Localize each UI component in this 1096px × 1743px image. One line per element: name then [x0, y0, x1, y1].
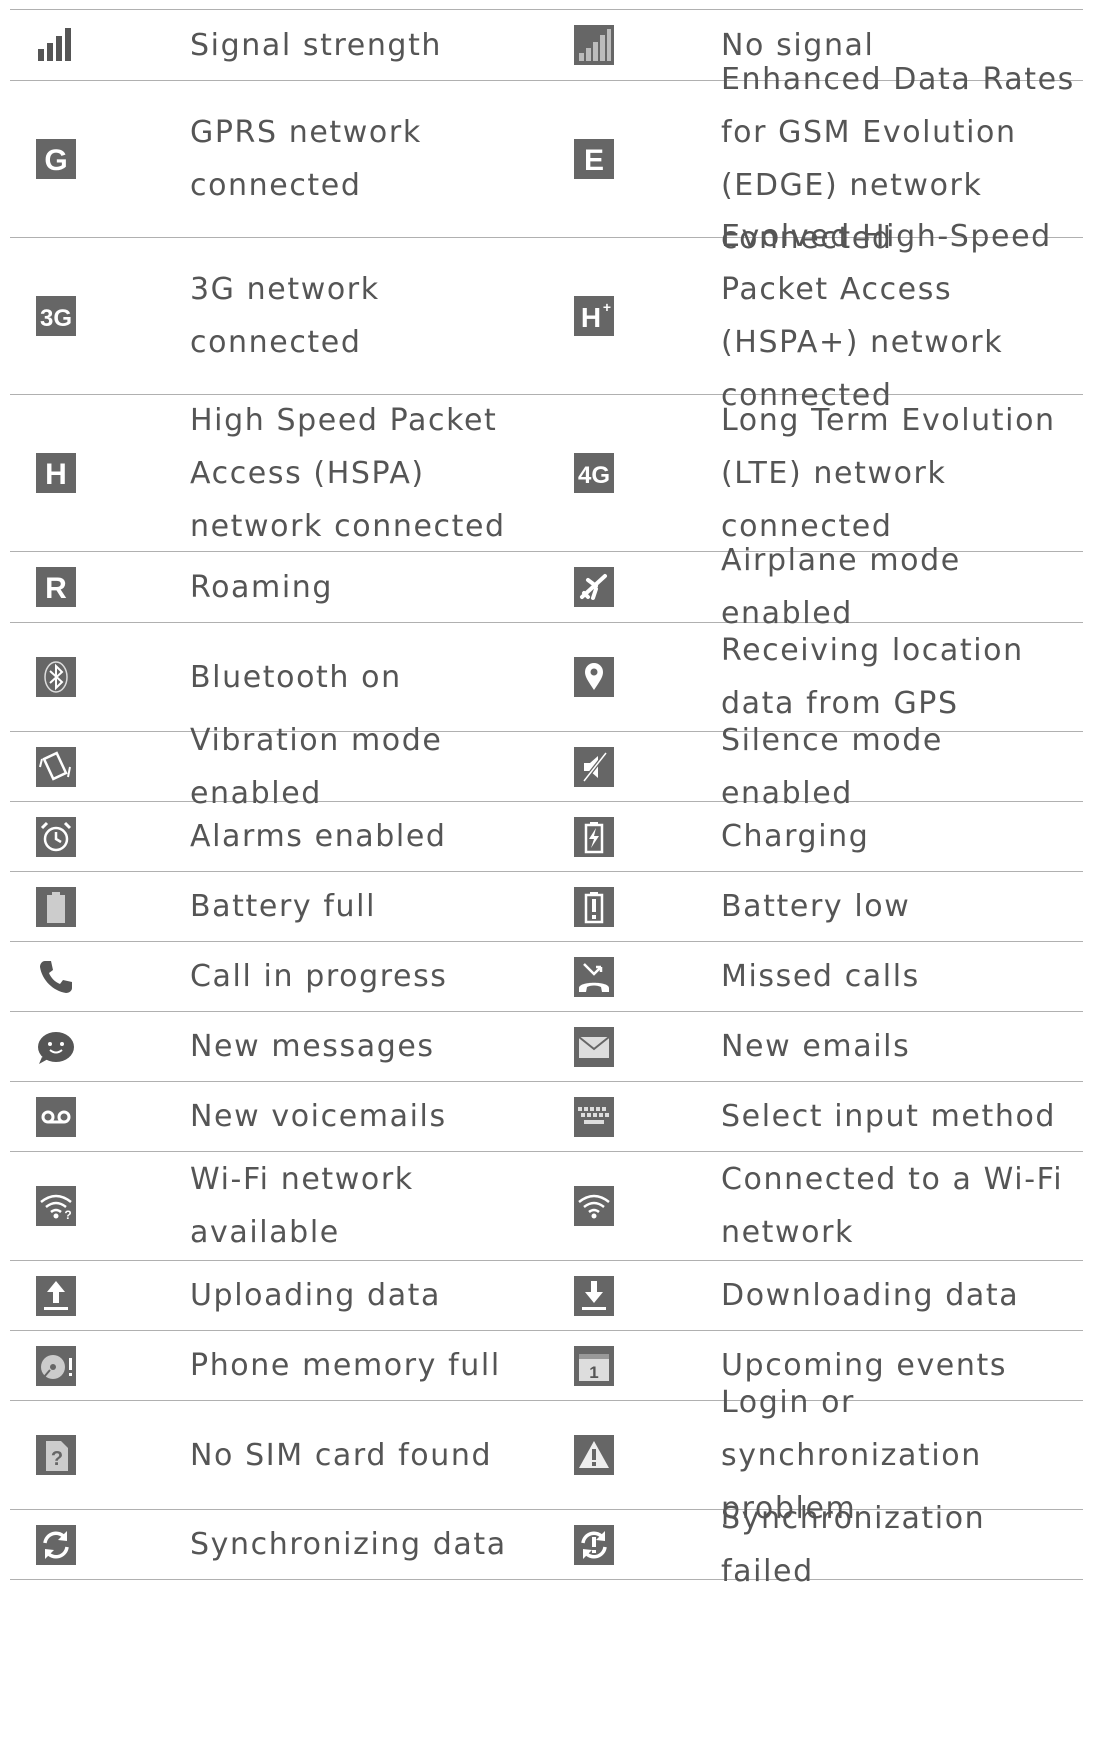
- calendar-icon: 1: [547, 1331, 641, 1400]
- list-item-label: New voicemails: [190, 1099, 447, 1134]
- charging-icon: [547, 802, 641, 871]
- table-row: Alarms enabled Charging: [10, 802, 1083, 872]
- 4g-icon: 4G: [547, 395, 641, 551]
- table-row: Call in progress Missed calls: [10, 942, 1083, 1012]
- missed-call-icon: [547, 942, 641, 1011]
- edge-icon: E: [547, 81, 641, 237]
- list-item-label: Evolved High-Speed Packet Access (HSPA+)…: [721, 219, 1052, 413]
- svg-text:H: H: [581, 302, 601, 333]
- list-item-label: Synchronization failed: [721, 1500, 986, 1589]
- list-item-label: High Speed Packet Access (HSPA) network …: [190, 402, 506, 544]
- gps-location-icon: [547, 623, 641, 731]
- list-item-label: Battery full: [190, 889, 377, 924]
- list-item-label: New messages: [190, 1029, 435, 1064]
- no-signal-icon: [547, 10, 641, 80]
- download-icon: [547, 1261, 641, 1330]
- list-item-label: Airplane mode enabled: [721, 543, 961, 631]
- list-item-label: Call in progress: [190, 959, 448, 994]
- list-item-label: Roaming: [190, 569, 334, 605]
- svg-text:G: G: [44, 144, 67, 177]
- svg-text:4G: 4G: [578, 462, 610, 489]
- battery-low-icon: [547, 872, 641, 941]
- svg-text:?: ?: [64, 1208, 71, 1222]
- roaming-icon: R: [10, 552, 102, 622]
- list-item-label: Synchronizing data: [190, 1527, 507, 1562]
- vibration-icon: [10, 732, 102, 801]
- list-item-label: Charging: [721, 819, 870, 854]
- svg-text:1: 1: [589, 1363, 598, 1382]
- list-item-label: Silence mode enabled: [721, 722, 943, 811]
- voicemail-icon: [10, 1082, 102, 1151]
- signal-strength-icon: [10, 10, 102, 80]
- memory-full-icon: [10, 1331, 102, 1400]
- svg-text:E: E: [584, 144, 604, 177]
- svg-text:3G: 3G: [40, 305, 72, 332]
- table-row: R Roaming Airplane mode enabled: [10, 543, 1083, 631]
- table-row: Uploading data Downloading data: [10, 1261, 1083, 1331]
- hspa-plus-icon: H +: [547, 238, 641, 394]
- svg-text:R: R: [45, 572, 67, 605]
- list-item-label: Long Term Evolution (LTE) network connec…: [721, 402, 1056, 544]
- table-row: ? Wi-Fi network available Connected to a…: [10, 1152, 1083, 1261]
- warning-icon: [547, 1401, 641, 1509]
- svg-text:?: ?: [51, 1448, 63, 1470]
- table-row: 3G 3G network connected H + Evolved High-…: [10, 219, 1083, 413]
- list-item-label: Battery low: [721, 889, 911, 924]
- wifi-available-icon: ?: [10, 1152, 102, 1260]
- sync-icon: [10, 1510, 102, 1579]
- gprs-icon: G: [10, 81, 102, 237]
- status-icon-table: Signal strength No signal G GPRS network…: [10, 9, 1083, 1589]
- list-item-label: Signal strength: [190, 27, 443, 63]
- table-row: Battery full Battery low: [10, 872, 1083, 942]
- upload-icon: [10, 1261, 102, 1330]
- wifi-connected-icon: [547, 1152, 641, 1260]
- bluetooth-icon: [10, 623, 102, 731]
- list-item-label: No SIM card found: [190, 1437, 493, 1473]
- list-item-label: Connected to a Wi-Fi network: [721, 1162, 1064, 1250]
- list-item-label: Phone memory full: [190, 1348, 501, 1383]
- list-item-label: Vibration mode enabled: [190, 722, 443, 811]
- battery-full-icon: [10, 872, 102, 941]
- keyboard-icon: [547, 1082, 641, 1151]
- no-sim-icon: ?: [10, 1401, 102, 1509]
- list-item-label: 3G network connected: [190, 272, 380, 360]
- airplane-icon: [547, 552, 641, 622]
- 3g-icon: 3G: [10, 238, 102, 394]
- list-item-label: New emails: [721, 1029, 911, 1064]
- sync-failed-icon: [547, 1510, 641, 1579]
- list-item-label: Downloading data: [721, 1278, 1020, 1313]
- list-item-label: Wi-Fi network available: [190, 1162, 414, 1250]
- list-item-label: Alarms enabled: [190, 819, 447, 854]
- svg-text:H: H: [45, 458, 67, 491]
- email-icon: [547, 1012, 641, 1081]
- hspa-icon: H: [10, 395, 102, 551]
- table-row: Synchronizing data Synchronization faile…: [10, 1500, 1083, 1589]
- call-icon: [10, 942, 102, 1011]
- table-row: Vibration mode enabled Silence mode enab…: [10, 722, 1083, 811]
- svg-text:+: +: [603, 299, 611, 315]
- table-row: H High Speed Packet Access (HSPA) networ…: [10, 395, 1083, 552]
- table-row: New messages New emails: [10, 1012, 1083, 1082]
- list-item-label: Uploading data: [190, 1278, 442, 1313]
- silence-icon: [547, 732, 641, 801]
- alarm-icon: [10, 802, 102, 871]
- list-item-label: Missed calls: [721, 959, 920, 994]
- table-row: New voicemails Select input method: [10, 1082, 1083, 1152]
- list-item-label: GPRS network connected: [190, 115, 422, 203]
- message-icon: [10, 1012, 102, 1081]
- list-item-label: Select input method: [721, 1099, 1057, 1134]
